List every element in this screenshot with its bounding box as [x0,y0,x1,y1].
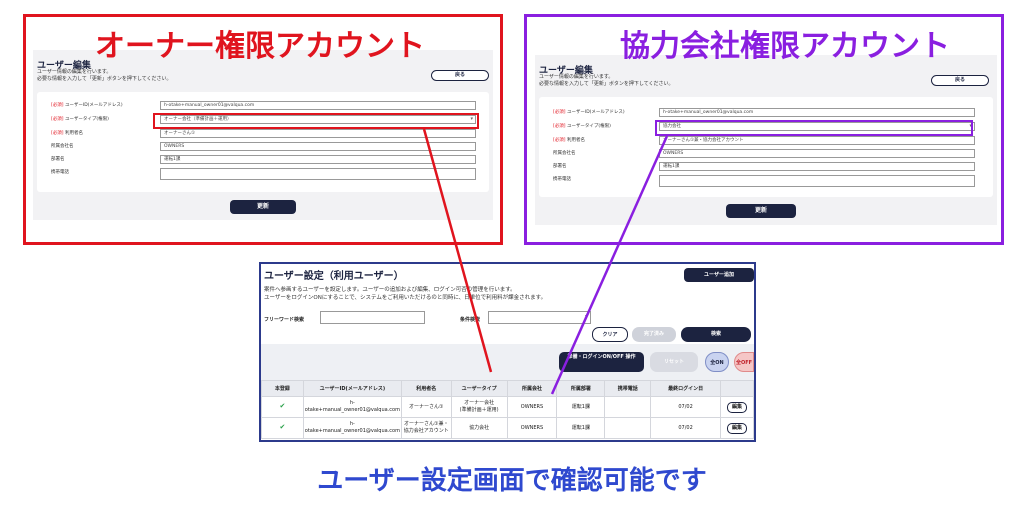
login-toggle-button[interactable]: 準備・ログインON/OFF 操作 [559,352,644,372]
partner-user-type-highlight [655,120,973,136]
settings-page-title: ユーザー設定（利用ユーザー） [264,271,404,282]
owner-user-edit-screen: ユーザー編集 ユーザー情報の編集を行います。 必要な情報を入力して「更新」ボタン… [33,50,493,220]
table-row: ✔ h-otake+manual_owner01@valqua.com オーナー… [261,417,755,439]
add-user-button[interactable]: ユーザー追加 [684,268,754,282]
col-phone: 携帯電話 [604,380,652,397]
field-label-company: 所属会社名 [51,144,74,149]
col-last-login: 最終ログイン日 [650,380,721,397]
col-registered: 本登録 [261,380,304,397]
form-card: [必須] ユーザーID(メールアドレス) h-otake+manual_owne… [37,92,489,192]
field-label-user-name: [必須] 利用者名 [553,138,585,143]
back-button[interactable]: 戻る [431,70,489,81]
row-user-name: オーナーさん① [400,396,452,418]
owner-account-callout: オーナー権限アカウント [95,29,425,64]
col-user-name: 利用者名 [400,380,452,397]
phone-input[interactable] [160,168,476,180]
field-label-user-id: [必須] ユーザーID(メールアドレス) [553,110,625,115]
field-label-user-id: [必須] ユーザーID(メールアドレス) [51,103,123,108]
page-instruction: 必要な情報を入力して「更新」ボタンを押下してください。 [539,81,674,87]
company-input[interactable]: OWNERS [160,142,476,151]
field-label-user-type: [必須] ユーザータイプ(権限) [51,117,109,122]
check-circle-icon: ✔ [279,423,286,432]
user-id-input[interactable]: h-otake+manual_owner01@valqua.com [659,108,975,117]
chevron-down-icon: ▾ [584,313,588,320]
edit-button[interactable]: 編集 [726,422,747,434]
field-label-department: 部署名 [51,157,65,162]
phone-input[interactable] [659,175,975,187]
row-phone [604,417,652,439]
condition-search-label: 条件検索 [460,317,481,323]
field-label-company: 所属会社名 [553,151,576,156]
company-input[interactable]: OWNERS [659,149,975,158]
finished-filter-button[interactable]: 完了済み [632,327,676,342]
row-company: OWNERS [506,396,558,418]
user-name-input[interactable]: オーナーさん① [160,129,476,138]
field-label-user-type: [必須] ユーザータイプ(権限) [553,124,611,129]
update-button[interactable]: 更新 [230,200,296,214]
department-input[interactable]: 運転1課 [160,155,476,164]
col-actions [719,380,755,397]
freeword-search-label: フリーワード検索 [264,317,305,323]
col-company: 所属会社 [506,380,558,397]
partner-user-edit-screen: ユーザー編集 ユーザー情報の編集を行います。 必要な情報を入力して「更新」ボタン… [535,55,997,225]
page-description: ユーザー情報の編集を行います。 [37,69,112,75]
field-label-user-name: [必須] 利用者名 [51,131,83,136]
col-user-type: ユーザータイプ [450,380,508,397]
check-circle-icon: ✔ [279,402,286,411]
row-user-id: h- [349,421,355,427]
condition-search-select[interactable]: ▾ [488,311,591,324]
partner-account-callout: 協力会社権限アカウント [620,29,950,64]
field-label-phone: 携帯電話 [553,177,571,182]
form-card: [必須] ユーザーID(メールアドレス) h-otake+manual_owne… [539,97,993,197]
row-last-login: 07/02 [650,417,721,439]
freeword-search-input[interactable] [320,311,425,324]
update-button[interactable]: 更新 [726,204,796,218]
row-department: 運転1課 [556,417,606,439]
all-off-button[interactable]: 全OFF [734,352,754,372]
clear-button[interactable]: クリア [592,327,628,342]
search-button[interactable]: 検索 [681,327,751,342]
col-department: 所属部署 [556,380,606,397]
settings-billing-note: ユーザーをログインONにすることで、システムをご利用いただけるのと同時に、日単位… [264,295,547,301]
users-table: 本登録 ユーザーID(メールアドレス) 利用者名 ユーザータイプ 所属会社 所属… [261,380,755,439]
user-name-input[interactable]: オーナーさん①兼・協力会社アカウント [659,136,975,145]
page-instruction: 必要な情報を入力して「更新」ボタンを押下してください。 [37,76,172,82]
back-button[interactable]: 戻る [931,75,989,86]
row-department: 運転1課 [556,396,606,418]
row-user-id: h- [349,400,355,406]
row-user-type: オーナー会社 [464,400,495,406]
user-id-input[interactable]: h-otake+manual_owner01@valqua.com [160,101,476,110]
all-on-button[interactable]: 全ON [705,352,729,372]
row-company: OWNERS [506,417,558,439]
field-label-phone: 携帯電話 [51,170,69,175]
col-user-id: ユーザーID(メールアドレス) [302,380,402,397]
department-input[interactable]: 運転1課 [659,162,975,171]
row-user-name: オーナーさん①兼・ [404,421,449,427]
bottom-caption: ユーザー設定画面で確認可能です [317,466,707,496]
row-last-login: 07/02 [650,396,721,418]
settings-description: 案件へ参画するユーザーを設定します。ユーザーの追加および編集、ログイン可否の管理… [264,287,516,293]
reset-button[interactable]: リセット [650,352,698,372]
row-user-type: 協力会社 [450,417,508,439]
edit-button[interactable]: 編集 [726,401,747,413]
table-row: ✔ h-otake+manual_owner01@valqua.com オーナー… [261,396,755,418]
owner-user-type-highlight [153,113,479,129]
page-description: ユーザー情報の編集を行います。 [539,74,614,80]
table-header-row: 本登録 ユーザーID(メールアドレス) 利用者名 ユーザータイプ 所属会社 所属… [261,380,755,397]
row-phone [604,396,652,418]
field-label-department: 部署名 [553,164,567,169]
